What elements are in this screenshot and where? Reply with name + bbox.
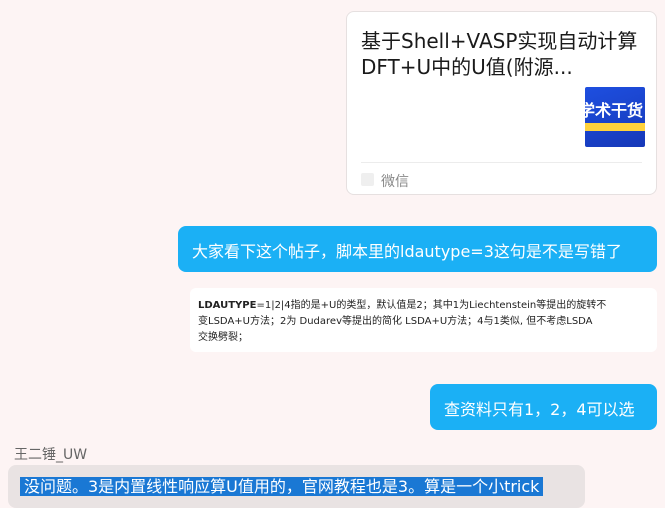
- article-thumbnail: 学术干货: [585, 87, 645, 147]
- quote-line-1-rest: =1|2|4指的是+U的类型，默认值是2；其中1为Liechtenstein等提…: [256, 300, 607, 311]
- thumbnail-caption: 学术干货: [585, 101, 644, 120]
- app-icon: [361, 173, 374, 186]
- quote-line-2: 变LSDA+U方法；2为 Dudarev等提出的简化 LSDA+U方法；4与1类…: [198, 316, 593, 327]
- source-label: 微信: [381, 174, 409, 190]
- sender-name: 王二锤_UW: [14, 447, 88, 463]
- message-bubble[interactable]: 大家看下这个帖子，脚本里的ldautype=3这句是不是写错了: [178, 226, 657, 272]
- card-divider: [361, 162, 642, 163]
- thumbnail-band: [585, 123, 645, 131]
- message-text: 查资料只有1，2，4可以选: [444, 400, 635, 419]
- message-bubble[interactable]: 查资料只有1，2，4可以选: [430, 384, 657, 430]
- reply-bubble[interactable]: 没问题。3是内置线性响应算U值用的，官网教程也是3。算是一个小trick: [8, 465, 585, 508]
- quote-key: LDAUTYPE: [198, 300, 257, 311]
- quoted-image-message[interactable]: LDAUTYPE=1|2|4指的是+U的类型，默认值是2；其中1为Liechte…: [190, 288, 657, 352]
- quote-line-3: 交换劈裂；: [198, 332, 248, 343]
- shared-article-card[interactable]: 基于Shell+VASP实现自动计算DFT+U中的U值(附源... 学术干货 微…: [346, 11, 657, 195]
- message-text: 大家看下这个帖子，脚本里的ldautype=3这句是不是写错了: [192, 242, 622, 261]
- article-title: 基于Shell+VASP实现自动计算DFT+U中的U值(附源...: [361, 29, 638, 79]
- selected-message-text[interactable]: 没问题。3是内置线性响应算U值用的，官网教程也是3。算是一个小trick: [20, 477, 544, 496]
- quote-line-1: LDAUTYPE=1|2|4指的是+U的类型，默认值是2；其中1为Liechte…: [198, 298, 649, 314]
